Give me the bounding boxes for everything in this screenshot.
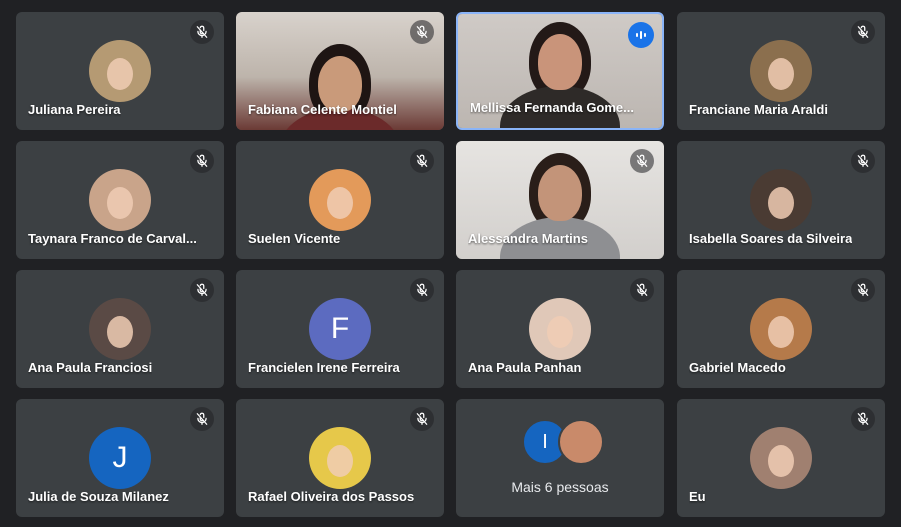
participant-name: Alessandra Martins <box>468 231 588 246</box>
participant-name: Ana Paula Panhan <box>468 360 582 375</box>
more-participants-label: Mais 6 pessoas <box>511 479 609 495</box>
avatar <box>89 298 151 360</box>
avatar <box>750 169 812 231</box>
participant-name: Juliana Pereira <box>28 102 121 117</box>
avatar <box>529 298 591 360</box>
participant-name: Taynara Franco de Carval... <box>28 231 197 246</box>
avatar: J <box>89 427 151 489</box>
participant-tile[interactable]: J Julia de Souza Milanez <box>16 399 224 517</box>
participant-tile[interactable]: Ana Paula Panhan <box>456 270 664 388</box>
mic-off-icon <box>410 278 434 302</box>
participant-name: Eu <box>689 489 706 504</box>
avatar: F <box>309 298 371 360</box>
participant-tile[interactable]: Juliana Pereira <box>16 12 224 130</box>
participant-tile[interactable]: F Francielen Irene Ferreira <box>236 270 444 388</box>
avatar <box>309 427 371 489</box>
participant-tile[interactable]: Eu <box>677 399 885 517</box>
participant-name: Gabriel Macedo <box>689 360 786 375</box>
mic-off-icon <box>410 149 434 173</box>
mic-off-icon <box>190 407 214 431</box>
more-avatars: I <box>522 419 604 465</box>
participant-name: Franciane Maria Araldi <box>689 102 828 117</box>
mic-off-icon <box>851 278 875 302</box>
participant-name: Francielen Irene Ferreira <box>248 360 400 375</box>
mic-off-icon <box>630 278 654 302</box>
participant-tile[interactable]: Taynara Franco de Carval... <box>16 141 224 259</box>
participant-tile[interactable]: Fabiana Celente Montiel <box>236 12 444 130</box>
participant-tile[interactable]: Alessandra Martins <box>456 141 664 259</box>
mic-off-icon <box>630 149 654 173</box>
audio-wave-icon <box>628 22 654 48</box>
participant-tile[interactable]: Suelen Vicente <box>236 141 444 259</box>
participant-name: Fabiana Celente Montiel <box>248 102 397 117</box>
participant-name: Isabella Soares da Silveira <box>689 231 853 246</box>
mic-off-icon <box>410 20 434 44</box>
avatar <box>750 40 812 102</box>
participant-tile[interactable]: Gabriel Macedo <box>677 270 885 388</box>
avatar <box>89 169 151 231</box>
participant-name: Mellissa Fernanda Gome... <box>470 100 634 115</box>
mic-off-icon <box>410 407 434 431</box>
participant-name: Rafael Oliveira dos Passos <box>248 489 415 504</box>
avatar <box>558 419 604 465</box>
participant-name: Julia de Souza Milanez <box>28 489 169 504</box>
avatar <box>89 40 151 102</box>
mic-off-icon <box>190 20 214 44</box>
mic-off-icon <box>851 149 875 173</box>
mic-off-icon <box>851 20 875 44</box>
participant-tile[interactable]: Isabella Soares da Silveira <box>677 141 885 259</box>
participant-tile[interactable]: Mellissa Fernanda Gome... <box>456 12 664 130</box>
participant-tile[interactable]: Rafael Oliveira dos Passos <box>236 399 444 517</box>
mic-off-icon <box>190 149 214 173</box>
participant-tile[interactable]: Ana Paula Franciosi <box>16 270 224 388</box>
mic-off-icon <box>190 278 214 302</box>
more-participants-tile[interactable]: I Mais 6 pessoas <box>456 399 664 517</box>
avatar <box>750 427 812 489</box>
mic-off-icon <box>851 407 875 431</box>
participant-tile[interactable]: Franciane Maria Araldi <box>677 12 885 130</box>
participant-name: Ana Paula Franciosi <box>28 360 153 375</box>
participant-name: Suelen Vicente <box>248 231 341 246</box>
avatar <box>309 169 371 231</box>
avatar <box>750 298 812 360</box>
